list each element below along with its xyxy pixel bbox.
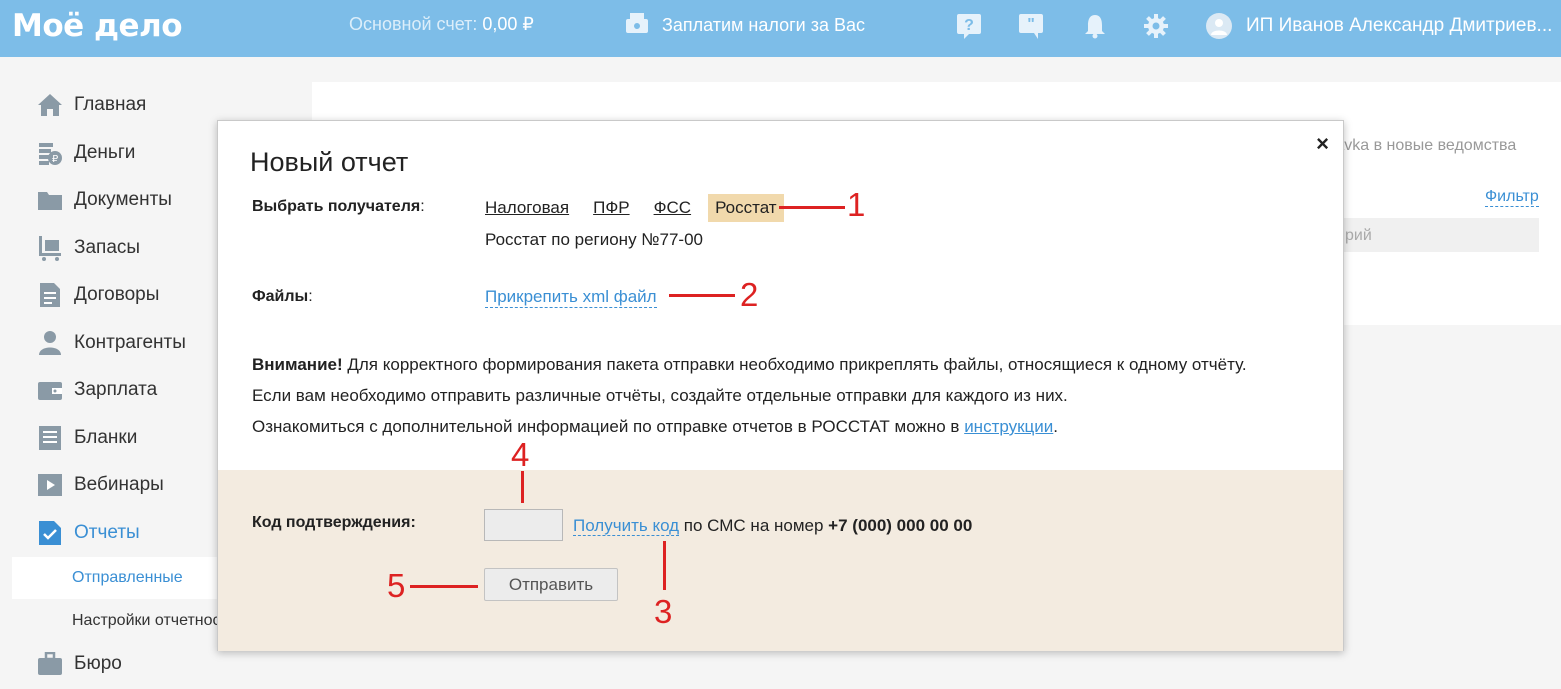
avatar (1206, 13, 1232, 39)
annotation-number-4: 4 (511, 436, 530, 473)
tab-pfr[interactable]: ПФР (586, 194, 636, 222)
annotation-number-3: 3 (654, 593, 673, 630)
get-code-link[interactable]: Получить код (573, 516, 680, 536)
code-label-text: Код подтверждения: (252, 514, 416, 531)
forms-icon (36, 425, 63, 452)
info-line: Ознакомиться с дополнительной информацие… (252, 411, 1310, 442)
sidebar-item-label: Документы (74, 189, 172, 210)
svg-text:₽: ₽ (51, 154, 58, 165)
close-icon[interactable]: × (1316, 131, 1329, 157)
gear-icon[interactable] (1142, 12, 1170, 40)
warning-line-1: Внимание! Для корректного формирования п… (252, 349, 1310, 380)
annotation-line-4 (521, 471, 524, 503)
info-text: Ознакомиться с дополнительной информацие… (252, 417, 965, 436)
info-suffix: . (1053, 417, 1059, 436)
sidebar-item-label: Договоры (74, 284, 160, 305)
sms-label: по СМС на номер (679, 516, 829, 535)
money-icon: ₽ (36, 140, 63, 167)
dialog-title: Новый отчет (250, 147, 409, 177)
warning-line-2: Если вам необходимо отправить различные … (252, 386, 1068, 405)
attach-xml-link[interactable]: Прикрепить xml файл (485, 287, 657, 308)
svg-text:": " (1027, 16, 1035, 33)
sidebar-item-bureau[interactable]: Бюро (36, 649, 122, 679)
video-icon (36, 472, 63, 499)
folder-icon (36, 187, 63, 214)
sidebar-item-reports[interactable]: Отчеты (36, 518, 140, 548)
logo[interactable]: Моё дело (12, 8, 183, 44)
account-label: Основной счет: (349, 14, 478, 34)
chat-icon[interactable]: " (1017, 12, 1045, 40)
confirmation-code-input[interactable] (484, 509, 563, 541)
cash-register-icon (624, 11, 650, 40)
person-icon (36, 330, 63, 357)
code-label: Код подтверждения: (252, 514, 416, 532)
sidebar-item-stock[interactable]: Запасы (36, 233, 140, 263)
top-bar: Моё дело Основной счет: 0,00 ₽ Заплатим … (0, 0, 1561, 57)
background-text: ravka в новые ведомства (1330, 137, 1517, 154)
instructions-link[interactable]: инструкции (964, 417, 1053, 436)
account-balance[interactable]: Основной счет: 0,00 ₽ (349, 14, 534, 35)
recipient-label-colon: : (420, 198, 425, 215)
report-icon (36, 520, 63, 547)
sidebar-item-label: Запасы (74, 237, 141, 258)
recipient-label: Выбрать получателя: (252, 198, 425, 216)
annotation-line-2 (669, 294, 735, 297)
recipient-tabs: Налоговая ПФР ФСС Росстат (478, 193, 784, 223)
sidebar-item-label: Деньги (74, 142, 136, 163)
sidebar-item-home[interactable]: Главная (36, 90, 146, 120)
cart-icon (36, 235, 63, 262)
sidebar-item-salary[interactable]: Зарплата (36, 375, 157, 405)
filter-link[interactable]: Фильтр (1485, 188, 1539, 207)
sidebar-item-label: Отчеты (74, 522, 140, 543)
tab-fss[interactable]: ФСС (647, 194, 698, 222)
sidebar-item-forms[interactable]: Бланки (36, 423, 137, 453)
account-value: 0,00 ₽ (482, 14, 534, 34)
annotation-line-1 (779, 206, 845, 209)
annotation-line-3 (663, 541, 666, 590)
bell-icon[interactable] (1081, 12, 1109, 40)
annotation-line-5 (410, 585, 478, 588)
user-name: ИП Иванов Александр Дмитриев... (1246, 15, 1553, 36)
files-label: Файлы: (252, 288, 313, 306)
sidebar-item-contractors[interactable]: Контрагенты (36, 328, 186, 358)
warning-block: Внимание! Для корректного формирования п… (252, 349, 1310, 442)
annotation-number-1: 1 (847, 186, 866, 223)
pay-taxes-label: Заплатим налоги за Вас (662, 14, 865, 35)
briefcase-icon (36, 651, 63, 678)
pay-taxes-link[interactable]: Заплатим налоги за Вас (624, 10, 865, 40)
sidebar-item-documents[interactable]: Документы (36, 185, 172, 215)
user-menu[interactable]: ИП Иванов Александр Дмитриев... (1206, 11, 1552, 41)
phone-number: +7 (000) 000 00 00 (828, 516, 973, 535)
wallet-icon (36, 377, 63, 404)
sidebar-item-label: Вебинары (74, 474, 164, 495)
contract-icon (36, 282, 63, 309)
warning-title: Внимание! (252, 355, 343, 374)
sidebar-item-label: Бланки (74, 427, 138, 448)
sidebar-item-label: Главная (74, 94, 147, 115)
tab-tax[interactable]: Налоговая (478, 194, 576, 222)
files-label-text: Файлы (252, 288, 309, 305)
confirmation-footer: Код подтверждения: Получить код по СМС н… (218, 470, 1343, 651)
warning-text: Для корректного формирования пакета отпр… (347, 355, 1247, 374)
recipient-label-text: Выбрать получателя (252, 198, 421, 215)
sidebar-item-contracts[interactable]: Договоры (36, 280, 159, 310)
tab-rosstat[interactable]: Росстат (708, 194, 784, 222)
annotation-number-2: 2 (740, 276, 759, 313)
files-label-colon: : (308, 288, 313, 305)
region-text: Росстат по региону №77-00 (485, 230, 704, 249)
home-icon (36, 92, 63, 119)
svg-text:?: ? (964, 17, 974, 34)
sidebar-item-label: Зарплата (74, 379, 158, 400)
sidebar-item-webinars[interactable]: Вебинары (36, 470, 164, 500)
background-search-input[interactable]: рий (1330, 218, 1539, 252)
sms-text: Получить код по СМС на номер +7 (000) 00… (573, 516, 972, 536)
sidebar-item-money[interactable]: ₽ Деньги (36, 138, 135, 168)
send-button[interactable]: Отправить (484, 568, 618, 601)
help-icon[interactable]: ? (955, 12, 983, 40)
annotation-number-5: 5 (387, 567, 406, 604)
sidebar-item-label: Контрагенты (74, 332, 186, 353)
sidebar-item-label: Бюро (74, 653, 122, 674)
